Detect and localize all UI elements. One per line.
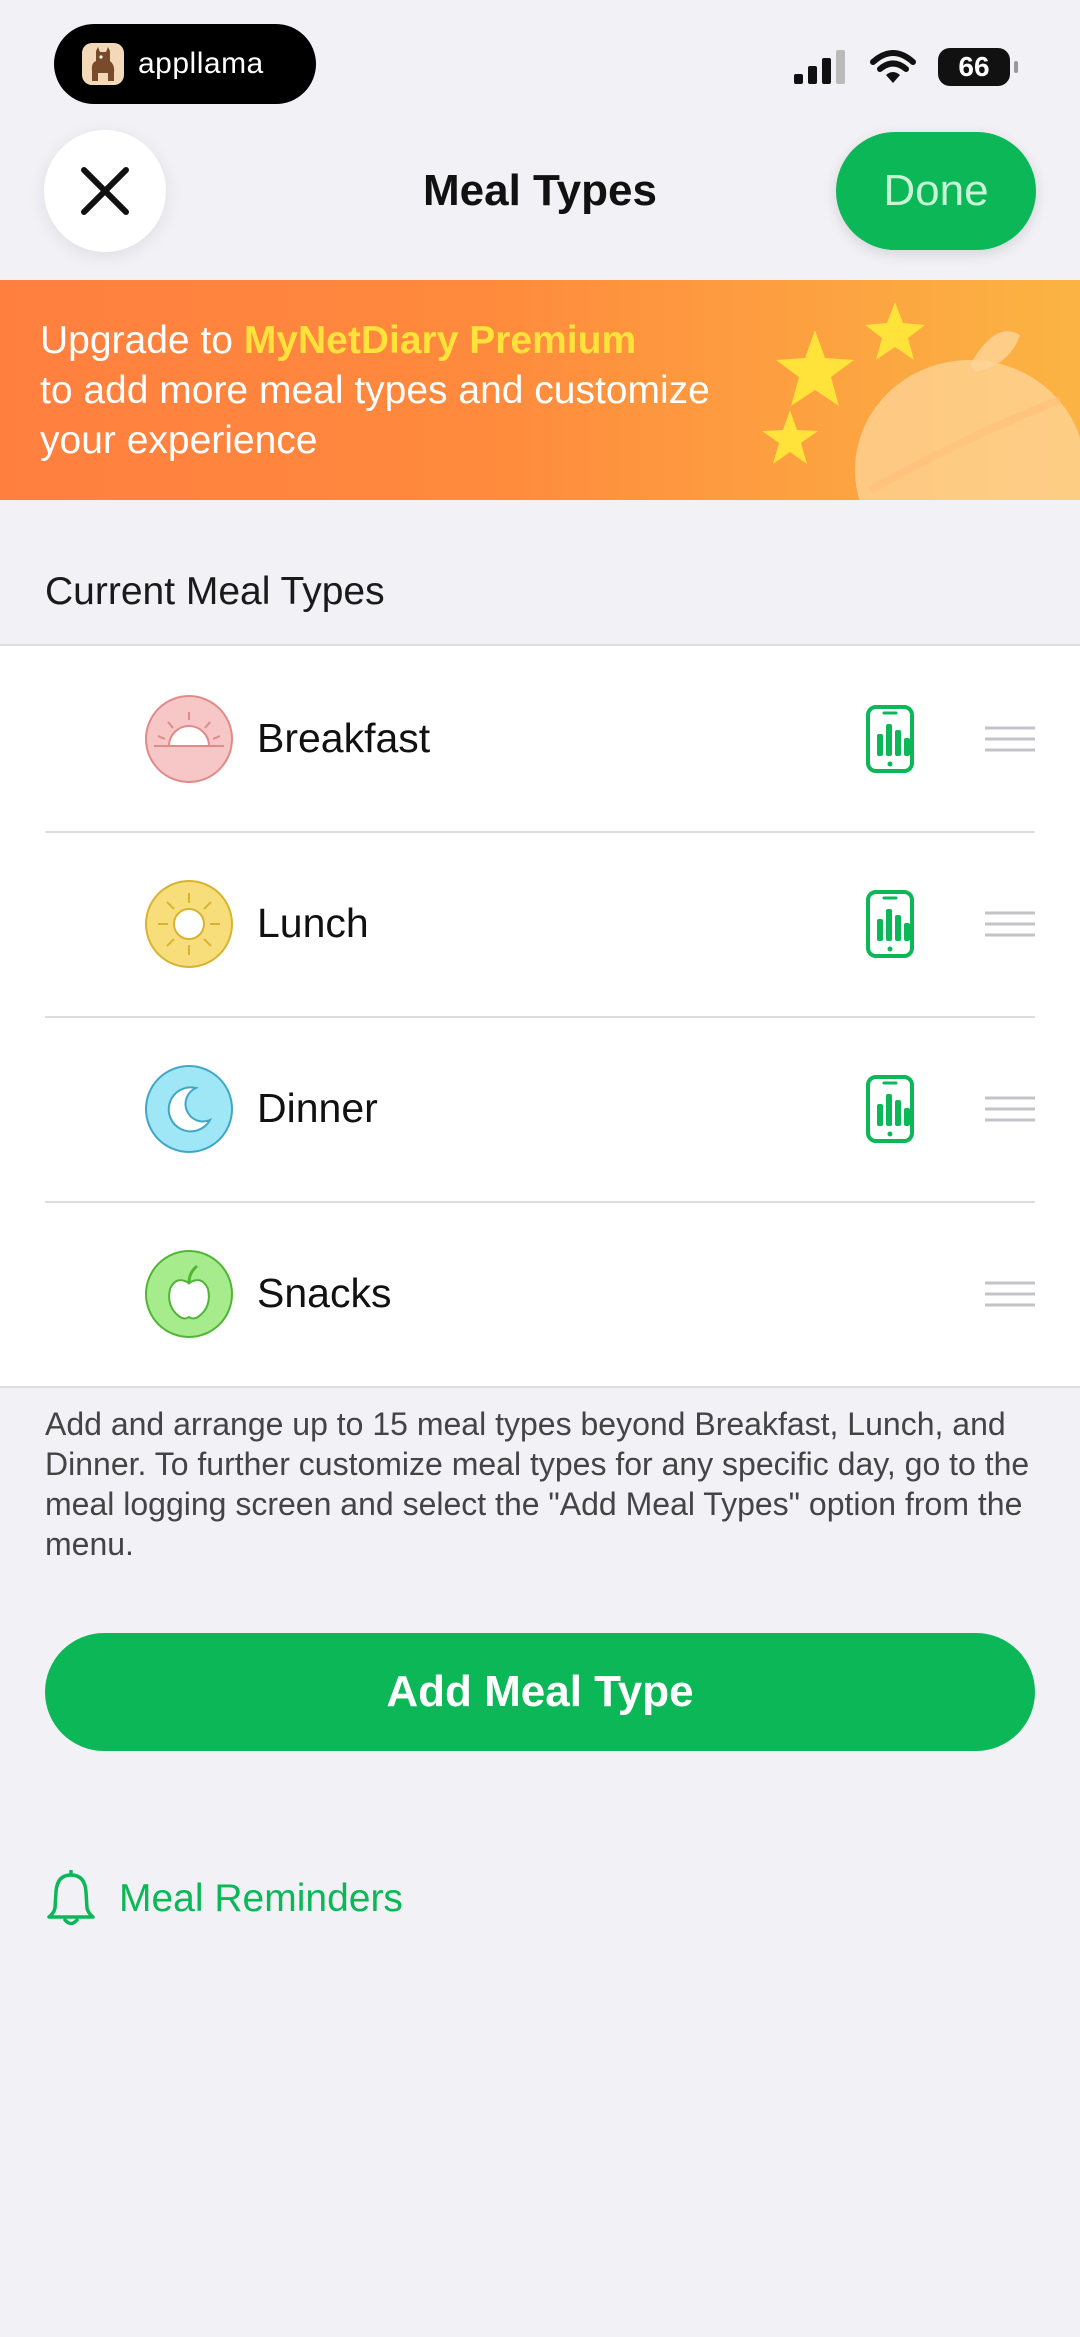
meal-label: Breakfast	[257, 715, 431, 761]
drag-handle-icon[interactable]	[985, 1095, 1035, 1123]
add-meal-type-button[interactable]: Add Meal Type	[45, 1633, 1035, 1751]
bell-icon	[47, 1870, 95, 1926]
sun-icon	[145, 879, 233, 968]
recorder-label: appllama	[138, 47, 264, 80]
battery-level: 66	[958, 51, 990, 82]
banner-text: Upgrade to MyNetDiary Premium to add mor…	[40, 316, 800, 466]
battery-icon: 66	[938, 48, 1018, 86]
banner-prefix: Upgrade to	[40, 319, 244, 362]
meal-row-breakfast[interactable]: Breakfast	[0, 646, 1080, 831]
llama-logo-icon	[82, 43, 124, 85]
drag-handle-icon[interactable]	[985, 910, 1035, 938]
moon-icon	[145, 1064, 233, 1153]
banner-line-2: to add more meal types and customize	[40, 369, 710, 412]
meal-label: Lunch	[257, 900, 369, 946]
meal-row-snacks[interactable]: Snacks	[0, 1201, 1080, 1386]
banner-highlight: MyNetDiary Premium	[243, 319, 637, 362]
done-button[interactable]: Done	[836, 132, 1036, 250]
phone-widget-icon[interactable]	[864, 889, 916, 959]
status-icons: 66	[794, 48, 1018, 86]
section-header: Current Meal Types	[45, 570, 385, 613]
drag-handle-icon[interactable]	[985, 1280, 1035, 1308]
sunrise-icon	[145, 694, 233, 783]
wifi-icon	[870, 50, 916, 83]
meal-row-lunch[interactable]: Lunch	[0, 831, 1080, 1016]
phone-widget-icon[interactable]	[864, 704, 916, 774]
screen-recorder-pill: appllama	[54, 24, 316, 104]
cellular-signal-icon	[794, 50, 845, 84]
meal-row-dinner[interactable]: Dinner	[0, 1016, 1080, 1201]
meal-types-help-text: Add and arrange up to 15 meal types beyo…	[45, 1406, 1030, 1562]
nav-header: Meal Types Done	[0, 120, 1080, 280]
meal-reminders-label: Meal Reminders	[119, 1877, 403, 1920]
banner-line-3: your experience	[40, 419, 318, 462]
meal-label: Dinner	[257, 1085, 378, 1131]
meal-types-list: Breakfast Lunch Dinner Snacks	[0, 644, 1080, 1388]
phone-widget-icon[interactable]	[864, 1074, 916, 1144]
meal-reminders-link[interactable]: Meal Reminders	[45, 1870, 403, 1928]
status-bar: appllama 66	[0, 0, 1080, 120]
premium-upgrade-banner[interactable]: Upgrade to MyNetDiary Premium to add mor…	[0, 280, 1080, 500]
drag-handle-icon[interactable]	[985, 725, 1035, 753]
meal-label: Snacks	[257, 1270, 392, 1316]
apple-icon	[145, 1249, 233, 1338]
